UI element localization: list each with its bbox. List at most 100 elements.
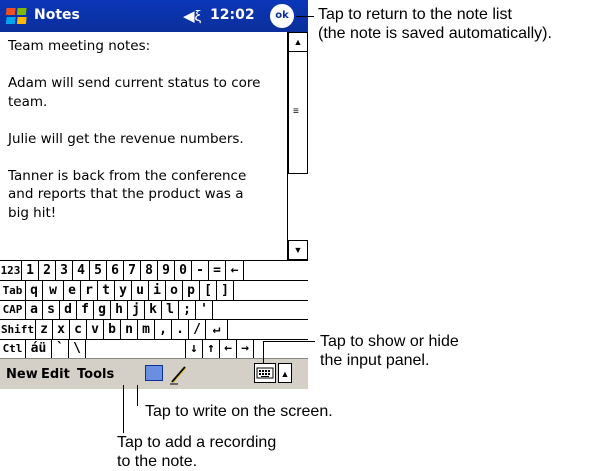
key[interactable]: ' [196, 300, 213, 319]
key[interactable]: 5 [90, 261, 107, 280]
key[interactable]: 7 [124, 261, 141, 280]
clock[interactable]: 12:02 [210, 7, 255, 23]
ok-button[interactable]: ok [270, 4, 294, 28]
key[interactable]: ↑ [203, 339, 220, 358]
keyboard-row: Ctl áü ` \ ↓ ↑ ← → [0, 339, 308, 359]
key[interactable]: e [64, 280, 81, 300]
key[interactable]: h [111, 300, 128, 319]
key[interactable]: 9 [158, 261, 175, 280]
key[interactable]: d [60, 300, 77, 319]
callout-recording-line-1: Tap to add a recording [117, 434, 277, 451]
key[interactable]: b [104, 319, 121, 339]
scroll-thumb[interactable]: ≡ [288, 51, 308, 174]
callout-ok-line-2: (the note is saved automatically). [318, 25, 552, 42]
recording-icon[interactable] [145, 365, 163, 381]
key[interactable]: 4 [73, 261, 90, 280]
key[interactable]: z [36, 319, 53, 339]
key[interactable]: Tab [0, 280, 26, 300]
key[interactable]: 2 [39, 261, 56, 280]
callout-write: Tap to write on the screen. [145, 402, 333, 421]
key[interactable]: t [98, 280, 115, 300]
key[interactable]: f [77, 300, 94, 319]
note-line: Adam will send current status to core [8, 75, 261, 91]
key[interactable]: o [166, 280, 183, 300]
key[interactable]: n [121, 319, 138, 339]
key[interactable]: \ [69, 339, 86, 358]
key[interactable]: Shift [0, 319, 36, 339]
callout-ok-line-1: Tap to return to the note list [318, 6, 512, 23]
note-text-area[interactable]: Team meeting notes: Adam will send curren… [0, 32, 288, 260]
menu-tools[interactable]: Tools [77, 367, 114, 382]
key[interactable]: . [172, 319, 189, 339]
pocketpc-screen: Notes ◀ξ 12:02 ok Team meeting notes: Ada… [0, 0, 309, 389]
key[interactable]: y [115, 280, 132, 300]
callout-input-panel-line-2: the input panel. [320, 352, 430, 369]
scroll-down-button[interactable]: ▼ [288, 240, 308, 260]
note-line: and reports that the product was a [8, 186, 244, 202]
windows-flag-icon[interactable] [4, 4, 30, 28]
soft-keyboard: 123 1 2 3 4 5 6 7 8 9 0- = ← Tab q w e r t y u i o p[] CAP a s d f g h… [0, 260, 308, 359]
speaker-icon[interactable]: ◀ξ [183, 7, 201, 25]
menu-new[interactable]: New [6, 367, 38, 382]
key[interactable]: l [162, 300, 179, 319]
callout-line-ok [296, 16, 314, 17]
callout-recording-line-2: to the note. [117, 453, 198, 470]
key[interactable]: 8 [141, 261, 158, 280]
key[interactable]: r [81, 280, 98, 300]
keyboard-row: Shift z x c v b n m,. / ↵ [0, 319, 308, 340]
key[interactable]: ↓ [186, 339, 203, 358]
key[interactable]: CAP [0, 300, 26, 319]
keyboard-row: Tab q w e r t y u i o p[] [0, 280, 308, 301]
key[interactable]: 0 [175, 261, 192, 280]
callout-write-line-1: Tap to write on the screen. [145, 403, 333, 420]
key[interactable]: ; [179, 300, 196, 319]
key[interactable]: 6 [107, 261, 124, 280]
key[interactable]: ← [226, 261, 244, 280]
vertical-scrollbar[interactable]: ▲ ≡ ▼ [287, 32, 309, 260]
key[interactable]: 3 [56, 261, 73, 280]
callout-line-input-panel-v [263, 341, 264, 363]
key[interactable]: [ [200, 280, 217, 300]
pen-icon[interactable] [168, 363, 190, 385]
key[interactable]: v [87, 319, 104, 339]
key[interactable]: - [192, 261, 209, 280]
key[interactable]: c [70, 319, 87, 339]
key[interactable]: i [149, 280, 166, 300]
keyboard-row: 123 1 2 3 4 5 6 7 8 9 0- = ← [0, 261, 308, 281]
key[interactable]: x [53, 319, 70, 339]
key[interactable]: 1 [22, 261, 39, 280]
input-panel-arrow-icon[interactable]: ▲ [278, 363, 292, 383]
key[interactable]: w [43, 280, 64, 300]
note-line: big hit! [8, 204, 57, 221]
key[interactable]: ↵ [206, 319, 228, 339]
key[interactable]: → [237, 339, 254, 358]
key[interactable]: ← [220, 339, 237, 358]
key[interactable]: s [43, 300, 60, 319]
callout-ok: Tap to return to the note list (the note… [318, 5, 552, 43]
key[interactable]: g [94, 300, 111, 319]
key[interactable]: m [138, 319, 155, 339]
callout-line-write [137, 385, 138, 406]
key[interactable]: q [26, 280, 43, 300]
key-space[interactable] [86, 339, 186, 358]
note-line: Tanner is back from the conference [8, 167, 247, 184]
key[interactable]: k [145, 300, 162, 319]
menu-edit[interactable]: Edit [41, 367, 70, 382]
key[interactable]: = [209, 261, 226, 280]
key[interactable]: Ctl [0, 339, 26, 358]
key[interactable]: j [128, 300, 145, 319]
grip-icon: ≡ [293, 106, 299, 117]
note-line: Team meeting notes: [8, 38, 151, 54]
key[interactable]: p [183, 280, 200, 300]
key[interactable]: ] [217, 280, 234, 300]
keyboard-icon[interactable] [254, 363, 276, 383]
key[interactable]: , [155, 319, 172, 339]
key[interactable]: 123 [0, 261, 22, 280]
key[interactable]: u [132, 280, 149, 300]
key[interactable]: / [189, 319, 206, 339]
key[interactable]: a [26, 300, 43, 319]
app-title: Notes [34, 7, 80, 23]
key[interactable]: áü [26, 339, 52, 358]
scroll-up-button[interactable]: ▲ [288, 32, 308, 52]
key[interactable]: ` [52, 339, 69, 358]
